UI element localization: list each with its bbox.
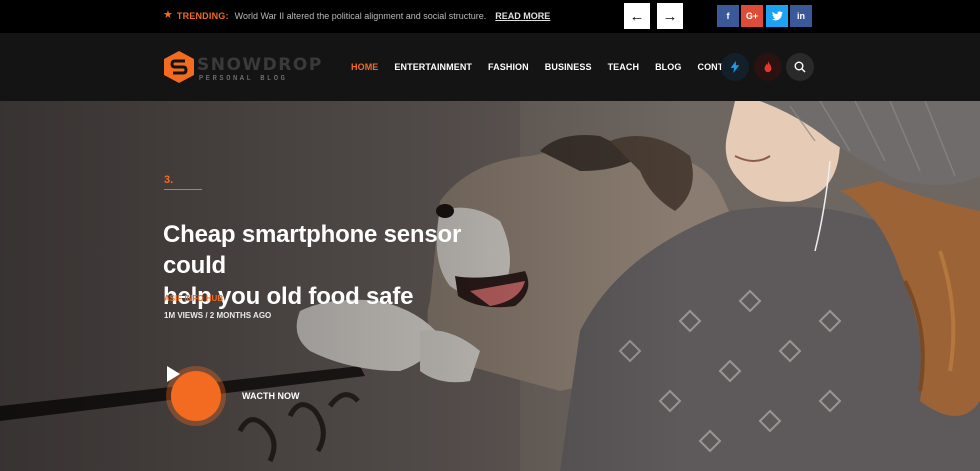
arrow-left-icon: ← <box>629 7 645 25</box>
play-video-button[interactable] <box>166 366 226 426</box>
nav-entertainment[interactable]: ENTERTAINMENT <box>394 62 472 72</box>
trending-headline[interactable]: World War II altered the political align… <box>235 11 487 21</box>
logo-tagline: PERSONAL BLOG <box>199 75 288 83</box>
arrow-right-icon: → <box>662 7 678 25</box>
logo-icon[interactable] <box>163 50 195 84</box>
play-icon <box>167 366 180 382</box>
top-bar: ★ TRENDING: World War II altered the pol… <box>0 0 980 33</box>
google-plus-icon: G+ <box>745 11 759 21</box>
main-nav: HOME ENTERTAINMENT FASHION BUSINESS TEAC… <box>351 62 742 72</box>
nav-home[interactable]: HOME <box>351 62 378 72</box>
twitter-icon <box>771 11 783 21</box>
trending-ticker: ★ TRENDING: World War II altered the pol… <box>163 10 550 21</box>
nav-teach[interactable]: TEACH <box>608 62 640 72</box>
trending-label: TRENDING: <box>176 10 229 21</box>
prev-arrow-button[interactable]: ← <box>624 3 650 29</box>
hero-title-line-1[interactable]: Cheap smartphone sensor could <box>163 219 523 281</box>
google-plus-button[interactable]: G+ <box>741 5 763 27</box>
search-button[interactable] <box>786 53 814 81</box>
hero-slide[interactable]: 3. Cheap smartphone sensor could help yo… <box>0 101 980 471</box>
star-icon: ★ <box>163 9 173 21</box>
twitter-button[interactable] <box>766 5 788 27</box>
linkedin-button[interactable]: in <box>790 5 812 27</box>
logo-name[interactable]: SNOWDROP <box>197 55 323 75</box>
hot-fire-button[interactable] <box>754 53 782 81</box>
slide-number: 3. <box>164 174 174 186</box>
fire-icon <box>764 61 772 73</box>
nav-fashion[interactable]: FASHION <box>488 62 529 72</box>
facebook-button[interactable]: f <box>717 5 739 27</box>
search-icon <box>794 61 806 73</box>
nav-business[interactable]: BUSINESS <box>545 62 592 72</box>
post-meta: 1M VIEWS / 2 MONTHS AGO <box>164 311 272 320</box>
post-author[interactable]: ASIF INFO HUB <box>164 294 223 303</box>
read-more-link[interactable]: READ MORE <box>495 11 550 21</box>
facebook-icon: f <box>726 11 730 21</box>
linkedin-icon: in <box>797 11 805 21</box>
watch-now-label[interactable]: WACTH NOW <box>242 391 300 401</box>
play-button-inner[interactable] <box>167 366 221 421</box>
nav-blog[interactable]: BLOG <box>655 62 681 72</box>
next-arrow-button[interactable]: → <box>657 3 683 29</box>
bolt-icon <box>730 61 740 73</box>
slide-number-underline <box>164 189 202 190</box>
trending-bolt-button[interactable] <box>721 53 749 81</box>
